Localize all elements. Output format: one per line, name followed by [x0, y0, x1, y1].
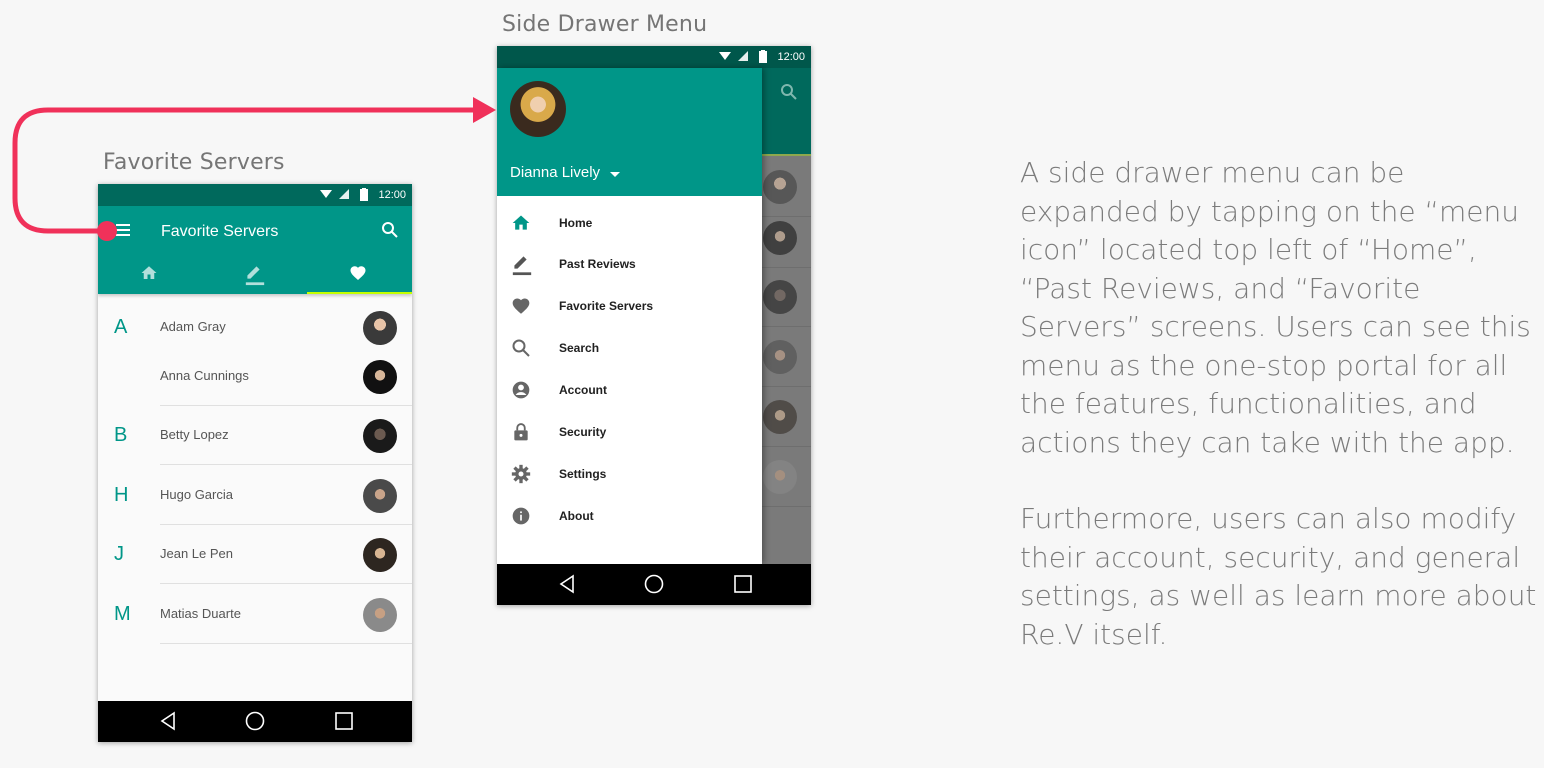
drawer-caption: Side Drawer Menu: [502, 12, 708, 37]
chevron-down-icon[interactable]: [610, 172, 620, 178]
server-name: Betty Lopez: [160, 427, 229, 442]
description-paragraph-2: Furthermore, users can also modify their…: [1020, 502, 1537, 651]
gear-icon: [511, 464, 531, 484]
divider: [160, 583, 412, 584]
favorite-servers-phone: 12:00 Favorite Servers A Adam Gray Anna …: [98, 184, 412, 742]
server-name: Matias Duarte: [160, 606, 241, 621]
section-letter: H: [114, 484, 129, 506]
lock-icon: [514, 423, 528, 441]
system-nav-bar: [497, 564, 811, 605]
drawer-item-label: About: [559, 509, 594, 523]
avatar: [363, 419, 397, 453]
search-icon: [512, 339, 530, 357]
drawer-item-label: Settings: [559, 467, 607, 481]
list-item[interactable]: B Betty Lopez: [98, 406, 412, 465]
divider: [160, 643, 412, 644]
drawer-item-home[interactable]: Home: [497, 203, 762, 245]
avatar: [763, 400, 797, 434]
drawer-item-about[interactable]: About: [497, 496, 762, 538]
list-item[interactable]: H Hugo Garcia: [98, 466, 412, 525]
recents-icon[interactable]: [334, 711, 354, 731]
section-letter: J: [114, 543, 124, 565]
drawer-item-past-reviews[interactable]: Past Reviews: [497, 244, 762, 286]
divider: [160, 464, 412, 465]
recents-icon[interactable]: [733, 574, 753, 594]
server-name: Jean Le Pen: [160, 546, 234, 561]
home-icon: [141, 266, 157, 279]
drawer-item-security[interactable]: Security: [497, 412, 762, 454]
drawer-item-search[interactable]: Search: [497, 328, 762, 370]
section-letter: B: [114, 424, 128, 446]
avatar: [363, 311, 397, 345]
avatar: [763, 221, 797, 255]
list-item[interactable]: M Matias Duarte: [98, 585, 412, 644]
section-letter: A: [114, 316, 128, 338]
drawer-item-label: Past Reviews: [559, 257, 636, 271]
description-paragraph-1: A side drawer menu can be expanded by ta…: [1020, 156, 1531, 459]
tab-past-reviews[interactable]: [202, 254, 306, 294]
tab-indicator: [307, 292, 412, 294]
drawer-item-label: Favorite Servers: [559, 299, 654, 313]
server-name: Hugo Garcia: [160, 487, 233, 502]
home-button-icon[interactable]: [245, 711, 265, 731]
section-letter: M: [114, 603, 131, 625]
drawer-item-favorite-servers[interactable]: Favorite Servers: [497, 286, 762, 328]
navigation-drawer: Dianna Lively Home Past Reviews Favorite…: [497, 68, 762, 564]
account-icon: [512, 381, 530, 399]
back-icon[interactable]: [158, 711, 178, 731]
avatar: [763, 280, 797, 314]
wifi-icon: [719, 52, 731, 60]
home-button-icon[interactable]: [644, 574, 664, 594]
drawer-item-account[interactable]: Account: [497, 370, 762, 412]
drawer-item-label: Home: [559, 216, 593, 230]
back-icon[interactable]: [557, 574, 577, 594]
user-name[interactable]: Dianna Lively: [510, 164, 600, 181]
search-icon: [781, 84, 797, 100]
heart-icon: [512, 298, 530, 314]
battery-icon: [759, 50, 767, 63]
edit-icon: [245, 266, 265, 286]
flow-arrow: [12, 97, 496, 241]
server-name: Adam Gray: [160, 319, 226, 334]
drawer-item-label: Search: [559, 341, 600, 355]
avatar: [763, 340, 797, 374]
avatar: [763, 170, 797, 204]
drawer-item-settings[interactable]: Settings: [497, 454, 762, 496]
server-name: Anna Cunnings: [160, 368, 249, 383]
drawer-item-label: Account: [559, 383, 607, 397]
status-time: 12:00: [777, 51, 805, 63]
signal-icon: [738, 51, 748, 61]
list-item[interactable]: J Jean Le Pen: [98, 525, 412, 584]
drawer-header: Dianna Lively: [497, 68, 762, 196]
avatar: [763, 460, 797, 494]
status-bar: 12:00: [497, 46, 811, 68]
list-item[interactable]: Anna Cunnings: [98, 347, 412, 406]
drawer-item-label: Security: [559, 425, 607, 439]
tab-favorites[interactable]: [307, 254, 411, 294]
avatar: [363, 360, 397, 394]
avatar: [363, 479, 397, 513]
heart-icon: [350, 266, 366, 281]
system-nav-bar: [98, 701, 412, 742]
avatar: [363, 598, 397, 632]
side-drawer-phone: 12:00 Dianna Lively Home Past Reviews Fa…: [497, 46, 811, 605]
info-icon: [512, 507, 530, 525]
tab-home[interactable]: [98, 254, 202, 294]
avatar: [363, 538, 397, 572]
